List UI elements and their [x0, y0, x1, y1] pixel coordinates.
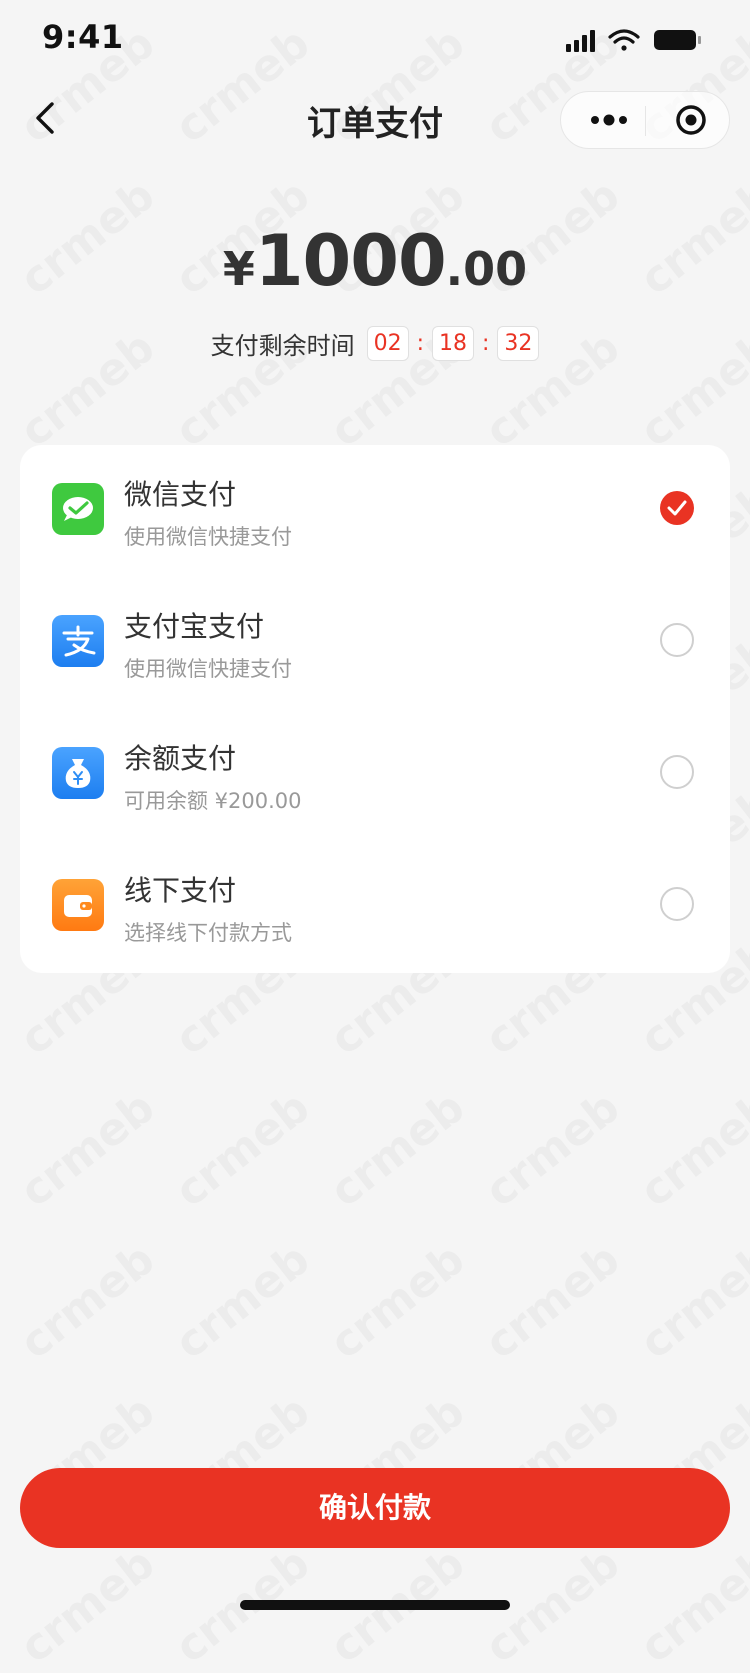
- countdown-separator: :: [482, 331, 490, 356]
- payment-method-name: 支付宝支付: [124, 610, 265, 643]
- watermark-text: crmeb: [631, 1234, 750, 1370]
- more-dots-icon: [591, 114, 627, 126]
- watermark-text: crmeb: [476, 1082, 630, 1218]
- payment-amount: ¥1000.00: [0, 220, 750, 302]
- payment-method-balance[interactable]: 余额支付 可用余额 ¥200.00: [20, 709, 730, 841]
- watermark-text: crmeb: [11, 1234, 165, 1370]
- home-indicator: [240, 1600, 510, 1610]
- countdown-timer: 支付剩余时间 02 : 18 : 32: [0, 326, 750, 361]
- status-icons: [566, 29, 701, 52]
- payment-methods-card: 微信支付 使用微信快捷支付 支付宝支付 使用微信快捷支付 余额支付 可用余额 ¥…: [20, 445, 730, 973]
- payment-method-name: 微信支付: [124, 478, 237, 511]
- wechat-pay-icon: [52, 483, 104, 535]
- more-options-button[interactable]: [579, 100, 639, 140]
- radio-unchecked[interactable]: [660, 623, 694, 657]
- countdown-label: 支付剩余时间: [210, 332, 355, 360]
- target-circle-icon: [676, 105, 706, 135]
- payment-method-desc: 可用余额 ¥200.00: [124, 789, 302, 813]
- radio-unchecked[interactable]: [660, 755, 694, 789]
- wifi-icon: [608, 29, 640, 51]
- payment-method-name: 余额支付: [124, 742, 237, 775]
- battery-icon: [654, 30, 701, 50]
- watermark-text: crmeb: [631, 1538, 750, 1673]
- confirm-payment-button[interactable]: 确认付款: [20, 1468, 730, 1548]
- countdown-separator: :: [416, 331, 424, 356]
- watermark-text: crmeb: [321, 1082, 475, 1218]
- watermark-text: crmeb: [631, 1082, 750, 1218]
- watermark-text: crmeb: [321, 1234, 475, 1370]
- payment-method-offline[interactable]: 线下支付 选择线下付款方式: [20, 841, 730, 973]
- amount-decimal: .00: [445, 242, 528, 296]
- radio-checked[interactable]: [660, 491, 694, 525]
- wallet-icon: [52, 879, 104, 931]
- navigation-bar: 订单支付: [0, 84, 750, 162]
- status-time: 9:41: [42, 18, 124, 56]
- status-bar: 9:41: [0, 0, 750, 84]
- countdown-hours: 02: [366, 326, 409, 361]
- currency-symbol: ¥: [222, 242, 255, 296]
- watermark-text: crmeb: [476, 1234, 630, 1370]
- close-miniprogram-button[interactable]: [661, 100, 721, 140]
- check-icon: [667, 500, 687, 516]
- watermark-text: crmeb: [11, 1082, 165, 1218]
- countdown-minutes: 18: [432, 326, 474, 361]
- capsule-divider: [645, 106, 646, 136]
- amount-integer: 1000: [254, 220, 447, 302]
- watermark-text: crmeb: [11, 1538, 165, 1673]
- signal-icon: [566, 30, 595, 52]
- watermark-text: crmeb: [166, 1082, 320, 1218]
- balance-icon: [52, 747, 104, 799]
- payment-method-wechat[interactable]: 微信支付 使用微信快捷支付: [20, 445, 730, 577]
- payment-method-desc: 选择线下付款方式: [124, 921, 292, 945]
- payment-method-name: 线下支付: [124, 874, 237, 907]
- payment-method-desc: 使用微信快捷支付: [124, 525, 292, 549]
- alipay-icon: [52, 615, 104, 667]
- payment-method-desc: 使用微信快捷支付: [124, 657, 292, 681]
- countdown-seconds: 32: [497, 326, 540, 361]
- payment-method-alipay[interactable]: 支付宝支付 使用微信快捷支付: [20, 577, 730, 709]
- radio-unchecked[interactable]: [660, 887, 694, 921]
- watermark-text: crmeb: [166, 1234, 320, 1370]
- miniprogram-capsule: [560, 91, 730, 149]
